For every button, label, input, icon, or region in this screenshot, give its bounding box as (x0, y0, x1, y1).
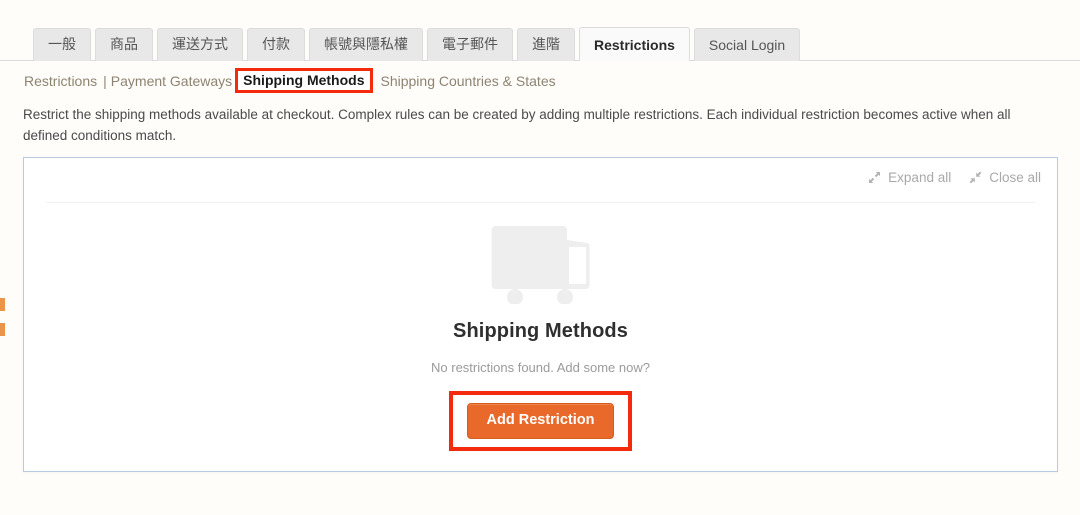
tab-advanced[interactable]: 進階 (517, 28, 575, 61)
subnav-link-payment-gateways[interactable]: Payment Gateways (111, 73, 232, 89)
subnav-separator: | (103, 72, 107, 89)
tab-payments[interactable]: 付款 (247, 28, 305, 61)
subnav: Restrictions | Payment Gateways Shipping… (24, 68, 556, 93)
add-restriction-button[interactable]: Add Restriction (466, 403, 615, 439)
empty-state-title: Shipping Methods (453, 320, 628, 342)
panel-divider (46, 202, 1035, 203)
empty-state: Shipping Methods No restrictions found. … (24, 220, 1057, 451)
tab-general[interactable]: 一般 (33, 28, 91, 61)
close-all-button[interactable]: Close all (969, 170, 1041, 185)
add-restriction-highlight: Add Restriction (448, 391, 633, 451)
subnav-link-shipping-countries-states[interactable]: Shipping Countries & States (381, 73, 556, 89)
empty-state-subtitle: No restrictions found. Add some now? (431, 360, 650, 375)
close-all-label: Close all (989, 170, 1041, 185)
panel-toolbar: Expand all Close all (868, 170, 1041, 185)
tab-social-login[interactable]: Social Login (693, 28, 801, 61)
truck-icon (489, 220, 593, 304)
subnav-link-shipping-methods[interactable]: Shipping Methods (243, 72, 364, 88)
tab-accounts-privacy[interactable]: 帳號與隱私權 (309, 28, 423, 61)
expand-icon (868, 171, 881, 184)
tab-products[interactable]: 商品 (95, 28, 153, 61)
expand-all-label: Expand all (888, 170, 952, 185)
left-edge-artifact-top (0, 298, 5, 311)
left-edge-artifact-bottom (0, 323, 5, 336)
section-description: Restrict the shipping methods available … (23, 107, 1011, 143)
tab-restrictions[interactable]: Restrictions (579, 27, 690, 61)
collapse-icon (969, 171, 982, 184)
expand-all-button[interactable]: Expand all (868, 170, 951, 185)
tab-emails[interactable]: 電子郵件 (427, 28, 513, 61)
subnav-link-restrictions[interactable]: Restrictions (24, 73, 97, 89)
settings-tab-bar: 一般 商品 運送方式 付款 帳號與隱私權 電子郵件 進階 Restriction… (0, 21, 1080, 61)
tab-shipping[interactable]: 運送方式 (157, 28, 243, 61)
subnav-current-highlight: Shipping Methods (235, 68, 373, 93)
restrictions-panel: Expand all Close all Shipping Methods No… (23, 157, 1058, 472)
